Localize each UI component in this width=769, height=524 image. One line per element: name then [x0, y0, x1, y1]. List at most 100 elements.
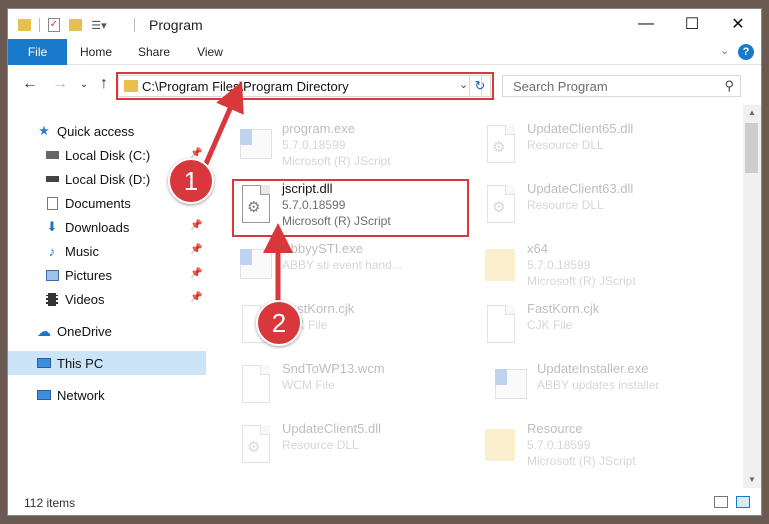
pin-icon[interactable]: 📌 [190, 292, 202, 303]
network-icon [36, 387, 52, 403]
sidebar-item-onedrive[interactable]: ☁ OneDrive [8, 319, 206, 343]
file-item-updateclient5-dll[interactable]: ⚙ UpdateClient5.dll Resource DLL [236, 417, 476, 477]
sidebar-item-downloads[interactable]: ⬇ Downloads 📌 [8, 215, 206, 239]
film-strip-icon [44, 291, 60, 307]
search-placeholder: Search Program [513, 79, 608, 94]
minimize-button[interactable]: — [623, 9, 669, 39]
pin-icon[interactable]: 📌 [190, 268, 202, 279]
address-highlight-box [116, 72, 494, 100]
computer-icon [36, 355, 52, 371]
drive-icon [44, 147, 60, 163]
file-detail: 5.7.0.18599 [527, 258, 591, 272]
sidebar-item-label: Local Disk (C:) [65, 147, 151, 163]
file-item-abbyysti-exe[interactable]: AbbyySTI.exe ABBY sti event hand... [236, 237, 476, 297]
search-input[interactable]: Search Program ⚲ [502, 75, 741, 97]
sidebar-item-label: Network [57, 387, 105, 403]
sidebar-item-videos[interactable]: Videos 📌 [8, 287, 206, 311]
status-bar: 112 items [8, 488, 761, 515]
dll-file-icon: ⚙ [481, 183, 521, 227]
folder-icon [481, 243, 521, 287]
file-item-fastkorn-cjk-2[interactable]: FastKorn.cjk CJK File [481, 297, 721, 357]
executable-icon [491, 363, 531, 407]
sidebar-item-label: Videos [65, 291, 105, 307]
file-item-program-exe[interactable]: program.exe 5.7.0.18599 Microsoft (R) JS… [236, 117, 476, 177]
sidebar-item-label: Local Disk (D:) [65, 171, 151, 187]
file-detail: ABBY sti event hand... [282, 258, 402, 272]
file-detail: Resource DLL [527, 138, 604, 152]
sidebar-item-label: Downloads [65, 219, 130, 235]
separator [133, 17, 135, 33]
file-detail: ABBY updates installer [537, 378, 660, 392]
tab-home[interactable]: Home [72, 39, 120, 65]
file-detail: 5.7.0.18599 [282, 138, 346, 152]
search-icon[interactable]: ⚲ [724, 78, 734, 94]
generic-file-icon [481, 303, 521, 347]
pin-icon[interactable]: 📌 [190, 220, 202, 231]
details-view-icon[interactable] [714, 496, 728, 508]
file-name: AbbyySTI.exe [282, 241, 363, 256]
file-detail: Microsoft (R) JScript [527, 454, 636, 468]
dll-file-icon: ⚙ [236, 423, 276, 467]
file-name: program.exe [282, 121, 355, 136]
file-item-updateinstaller-exe[interactable]: UpdateInstaller.exe ABBY updates install… [491, 357, 731, 417]
file-name: FastKorn.cjk [527, 301, 600, 316]
sidebar-item-quick-access[interactable]: ★ Quick access [8, 119, 206, 143]
sidebar-item-label: This PC [57, 355, 104, 371]
sidebar-item-label: OneDrive [57, 323, 112, 339]
recent-locations-icon[interactable]: ⌄ [74, 79, 94, 90]
file-name: SndToWP13.wcm [282, 361, 385, 376]
file-detail: CJK File [527, 318, 573, 332]
music-note-icon: ♪ [48, 243, 56, 259]
vertical-scrollbar[interactable]: ▲ ▼ [743, 105, 761, 488]
file-item-updateclient65-dll[interactable]: ⚙ UpdateClient65.dll Resource DLL [481, 117, 721, 177]
pin-icon[interactable]: 📌 [190, 244, 202, 255]
generic-file-icon [236, 363, 276, 407]
maximize-button[interactable]: ☐ [669, 9, 715, 39]
sidebar-item-music[interactable]: ♪ Music 📌 [8, 239, 206, 263]
drive-icon [44, 171, 60, 187]
sidebar-item-label: Documents [65, 195, 131, 211]
tab-view[interactable]: View [188, 39, 232, 65]
sidebar-item-network[interactable]: Network [8, 383, 206, 407]
tab-file[interactable]: File [8, 39, 67, 65]
new-folder-icon[interactable] [68, 17, 82, 33]
forward-arrow-icon[interactable]: → [50, 75, 70, 93]
dll-file-icon: ⚙ [481, 123, 521, 167]
file-name: UpdateInstaller.exe [537, 361, 649, 376]
sidebar-item-pictures[interactable]: Pictures 📌 [8, 263, 206, 287]
close-button[interactable]: ✕ [715, 9, 761, 39]
ribbon-expand-icon[interactable]: ⌄ [720, 44, 729, 57]
step-badge-2: 2 [256, 300, 302, 346]
large-icons-view-icon[interactable] [736, 496, 750, 508]
scroll-thumb[interactable] [745, 123, 758, 173]
file-item-x64[interactable]: x64 5.7.0.18599 Microsoft (R) JScript [481, 237, 721, 297]
explorer-window: ✓ ☰▾ Program — ☐ ✕ File Home Share View … [7, 8, 762, 516]
executable-icon [236, 243, 276, 287]
folder-icon [481, 423, 521, 467]
title-bar: ✓ ☰▾ Program — ☐ ✕ [8, 9, 761, 39]
sidebar-item-label: Music [65, 243, 99, 259]
file-item-resource[interactable]: Resource 5.7.0.18599 Microsoft (R) JScri… [481, 417, 721, 477]
file-detail: 5.7.0.18599 [527, 438, 591, 452]
file-name: UpdateClient65.dll [527, 121, 634, 136]
up-arrow-icon[interactable]: ↑ [94, 75, 114, 93]
help-icon[interactable]: ? [738, 44, 754, 60]
sidebar-item-this-pc[interactable]: This PC [8, 351, 206, 375]
back-arrow-icon[interactable]: ← [20, 75, 40, 93]
properties-icon[interactable]: ✓ [46, 17, 62, 33]
ribbon: File Home Share View ⌄ ? [8, 39, 761, 65]
scroll-up-arrow-icon[interactable]: ▲ [743, 105, 761, 121]
file-highlight-box [232, 179, 469, 237]
file-name: UpdateClient63.dll [527, 181, 634, 196]
tab-share[interactable]: Share [130, 39, 178, 65]
scroll-down-arrow-icon[interactable]: ▼ [743, 472, 761, 488]
file-detail: Resource DLL [282, 438, 359, 452]
file-list: program.exe 5.7.0.18599 Microsoft (R) JS… [206, 105, 743, 488]
cloud-icon: ☁ [37, 322, 51, 339]
folder-icon[interactable] [17, 17, 31, 33]
sidebar-item-label: Pictures [65, 267, 112, 283]
file-name: Resource [527, 421, 583, 436]
file-item-updateclient63-dll[interactable]: ⚙ UpdateClient63.dll Resource DLL [481, 177, 721, 237]
customize-toolbar-icon[interactable]: ☰▾ [88, 17, 110, 33]
file-item-sndtowp13-wcm[interactable]: SndToWP13.wcm WCM File [236, 357, 476, 417]
